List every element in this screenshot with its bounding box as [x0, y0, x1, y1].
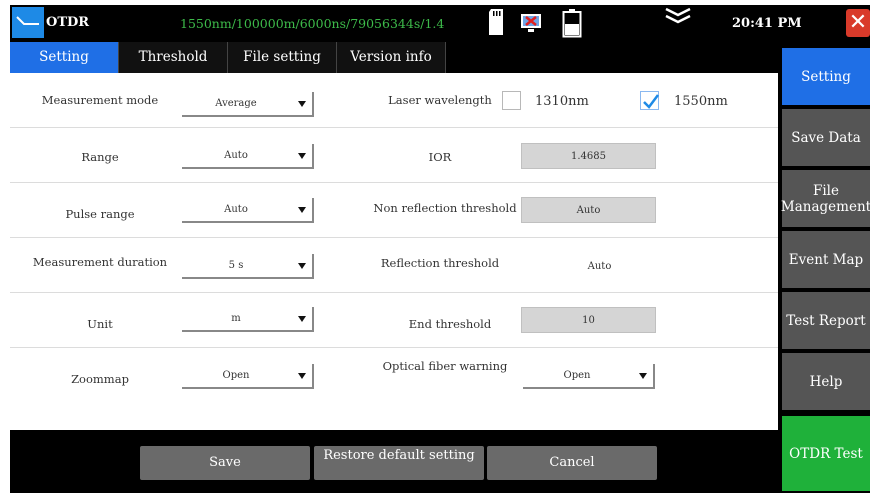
zoommap-label: Zoommap	[71, 372, 129, 386]
dropdown-arrow-icon	[298, 153, 306, 159]
dropdown-arrow-icon	[298, 316, 306, 322]
unit-label: Unit	[87, 317, 113, 331]
measurement-mode-select[interactable]: Average	[182, 92, 314, 117]
cancel-button[interactable]: Cancel	[487, 446, 657, 480]
left-margin	[0, 0, 10, 493]
dropdown-arrow-icon	[639, 373, 647, 379]
end-threshold-input[interactable]: 10	[521, 307, 656, 333]
laser-wavelength-label: Laser wavelength	[388, 93, 492, 107]
wavelength-1310-checkbox[interactable]	[502, 91, 521, 110]
non-reflection-threshold-label: Non reflection threshold	[373, 201, 517, 215]
side-menu-save-data[interactable]: Save Data	[782, 109, 870, 166]
measurement-mode-label: Measurement mode	[41, 93, 159, 107]
optical-fiber-warning-select[interactable]: Open	[523, 364, 655, 389]
settings-row: Range Auto IOR 1.4685	[10, 128, 778, 183]
unit-select[interactable]: m	[182, 307, 314, 332]
zoommap-select[interactable]: Open	[182, 364, 314, 389]
pulse-range-value: Auto	[224, 204, 248, 215]
checkmark-icon	[643, 94, 659, 109]
measurement-status: 1550nm/100000m/6000ns/79056344s/1.4	[180, 16, 445, 31]
measurement-mode-value: Average	[215, 98, 257, 109]
side-menu: Setting Save Data File Management Event …	[778, 42, 870, 493]
range-select[interactable]: Auto	[182, 144, 314, 169]
ior-label: IOR	[428, 150, 452, 164]
reflection-threshold-label: Reflection threshold	[380, 256, 500, 270]
non-reflection-threshold-input[interactable]: Auto	[521, 197, 656, 223]
range-label: Range	[81, 150, 119, 164]
otdr-app-icon	[12, 7, 44, 38]
settings-row: Unit m End threshold 10	[10, 293, 778, 348]
end-threshold-label: End threshold	[408, 317, 492, 331]
settings-form: Measurement mode Average Laser wavelengt…	[10, 73, 778, 430]
side-menu-event-map[interactable]: Event Map	[782, 231, 870, 288]
tab-bar: Setting Threshold setting File setting V…	[10, 42, 778, 96]
clock: 20:41 PM	[732, 16, 802, 31]
restore-default-button[interactable]: Restore default setting	[314, 446, 484, 480]
zoommap-value: Open	[222, 370, 250, 381]
reflection-threshold-value: Auto	[587, 261, 612, 272]
unit-value: m	[231, 313, 241, 324]
dropdown-arrow-icon	[298, 207, 306, 213]
optical-fiber-warning-value: Open	[563, 370, 591, 381]
side-menu-test-report[interactable]: Test Report	[782, 292, 870, 349]
save-button[interactable]: Save	[140, 446, 310, 480]
wavelength-1310-label: 1310nm	[535, 94, 589, 109]
tab-threshold-setting[interactable]: Threshold setting	[119, 42, 228, 96]
otdr-test-button[interactable]: OTDR Test	[782, 416, 870, 491]
side-menu-help[interactable]: Help	[782, 353, 870, 410]
dropdown-arrow-icon	[298, 373, 306, 379]
optical-fiber-warning-label: Optical fiber warning	[382, 359, 508, 373]
pulse-range-label: Pulse range	[65, 207, 135, 221]
action-bar: Save Restore default setting Cancel	[10, 430, 778, 493]
settings-row: Measurement duration 5 s Reflection thre…	[10, 238, 778, 293]
battery-icon	[562, 9, 582, 38]
status-bar: OTDR 1550nm/100000m/6000ns/79056344s/1.4…	[10, 5, 870, 42]
side-menu-setting[interactable]: Setting	[782, 48, 870, 105]
sd-card-icon	[489, 9, 503, 35]
chevron-down-icon[interactable]	[664, 6, 692, 28]
close-button[interactable]: ✕	[846, 9, 870, 37]
range-value: Auto	[224, 150, 248, 161]
close-icon: ✕	[848, 10, 868, 35]
wavelength-1550-checkbox[interactable]	[640, 91, 659, 110]
pulse-range-select[interactable]: Auto	[182, 198, 314, 223]
wavelength-1550-label: 1550nm	[674, 94, 728, 109]
settings-row: Measurement mode Average Laser wavelengt…	[10, 73, 778, 128]
tab-setting[interactable]: Setting	[10, 42, 119, 73]
measurement-duration-label: Measurement duration	[32, 255, 168, 269]
measurement-duration-select[interactable]: 5 s	[182, 254, 314, 279]
dropdown-arrow-icon	[298, 101, 306, 107]
ior-input[interactable]: 1.4685	[521, 143, 656, 169]
settings-row: Zoommap Open Optical fiber warning Open	[10, 348, 778, 402]
side-menu-file-management[interactable]: File Management	[781, 170, 870, 227]
settings-row: Pulse range Auto Non reflection threshol…	[10, 183, 778, 238]
dropdown-arrow-icon	[298, 263, 306, 269]
measurement-duration-value: 5 s	[228, 260, 244, 271]
app-name: OTDR	[46, 15, 90, 30]
tab-file-setting[interactable]: File setting	[228, 42, 337, 73]
tab-version-info[interactable]: Version info	[337, 42, 446, 73]
network-icon	[521, 14, 541, 32]
